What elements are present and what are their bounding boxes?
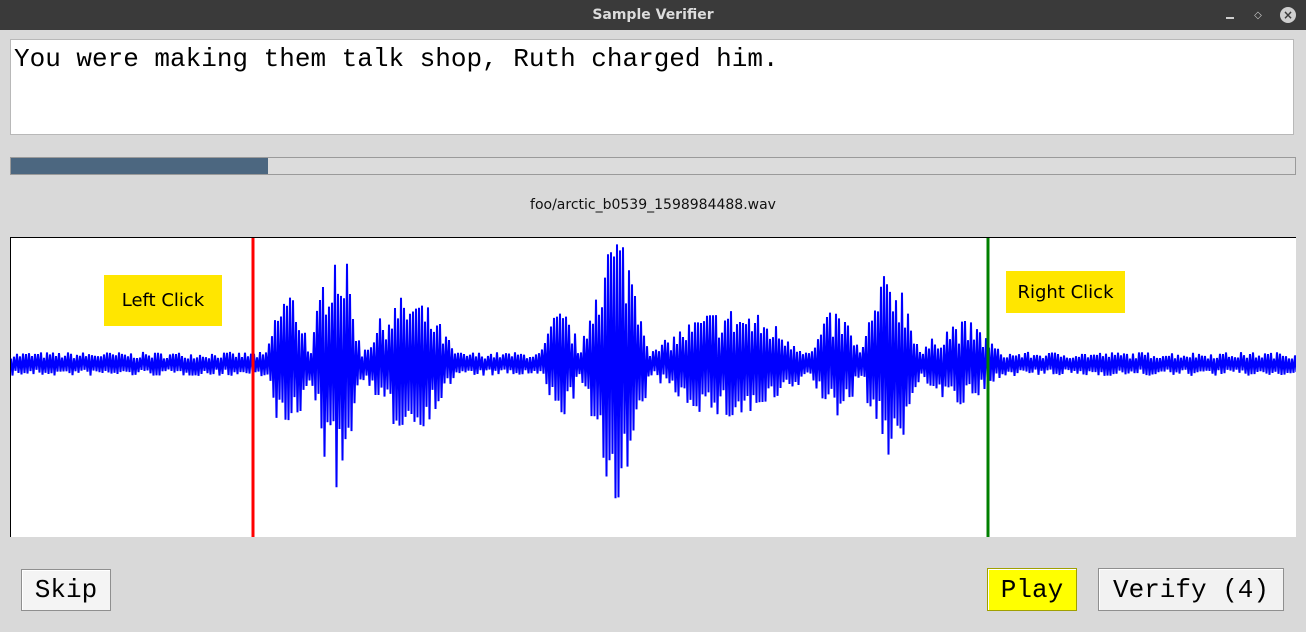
progress-fill	[11, 158, 268, 174]
skip-button[interactable]: Skip	[21, 569, 111, 611]
maximize-button[interactable]: ◇	[1245, 0, 1271, 30]
file-name-label: foo/arctic_b0539_1598984488.wav	[530, 197, 776, 213]
minimize-button[interactable]	[1217, 0, 1243, 30]
close-icon: ×	[1280, 7, 1296, 23]
progress-bar	[10, 157, 1296, 175]
verify-button[interactable]: Verify (4)	[1098, 568, 1284, 611]
close-button[interactable]: ×	[1275, 0, 1301, 30]
right-click-hint: Right Click	[1006, 271, 1125, 313]
window-title: Sample Verifier	[592, 7, 714, 23]
sentence-text: You were making them talk shop, Ruth cha…	[14, 44, 779, 74]
maximize-icon: ◇	[1254, 9, 1262, 21]
waveform-canvas[interactable]: Left Click Right Click	[10, 237, 1296, 537]
left-click-hint: Left Click	[104, 275, 222, 326]
title-bar: Sample Verifier ◇ ×	[0, 0, 1306, 30]
sentence-text-box[interactable]: You were making them talk shop, Ruth cha…	[10, 39, 1294, 135]
minimize-icon	[1226, 17, 1234, 19]
play-button[interactable]: Play	[987, 568, 1077, 611]
